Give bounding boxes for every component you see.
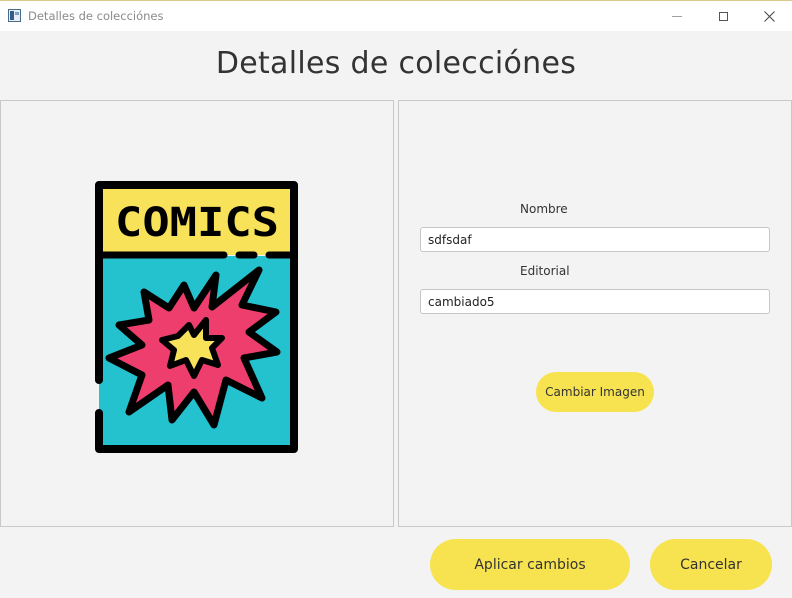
change-image-button[interactable]: Cambiar Imagen xyxy=(536,372,654,412)
editorial-field[interactable] xyxy=(420,289,770,314)
maximize-button[interactable] xyxy=(700,1,746,31)
minimize-button[interactable] xyxy=(654,1,700,31)
comic-book-icon: COMICS xyxy=(95,181,298,453)
editorial-label: Editorial xyxy=(520,264,570,278)
app-icon xyxy=(8,9,21,22)
comic-cover-text: COMICS xyxy=(115,200,279,246)
maximize-icon xyxy=(718,11,728,21)
close-icon xyxy=(763,10,775,22)
title-bar: Detalles de colecciónes xyxy=(0,0,792,31)
window-title: Detalles de colecciónes xyxy=(28,9,164,23)
close-button[interactable] xyxy=(746,1,792,31)
cancel-button[interactable]: Cancelar xyxy=(650,539,772,590)
minimize-icon xyxy=(672,15,682,17)
nombre-label: Nombre xyxy=(520,202,568,216)
page-title: Detalles de colecciónes xyxy=(215,46,577,81)
nombre-field[interactable] xyxy=(420,227,770,252)
apply-changes-button[interactable]: Aplicar cambios xyxy=(430,539,630,590)
image-panel: COMICS xyxy=(0,100,394,527)
